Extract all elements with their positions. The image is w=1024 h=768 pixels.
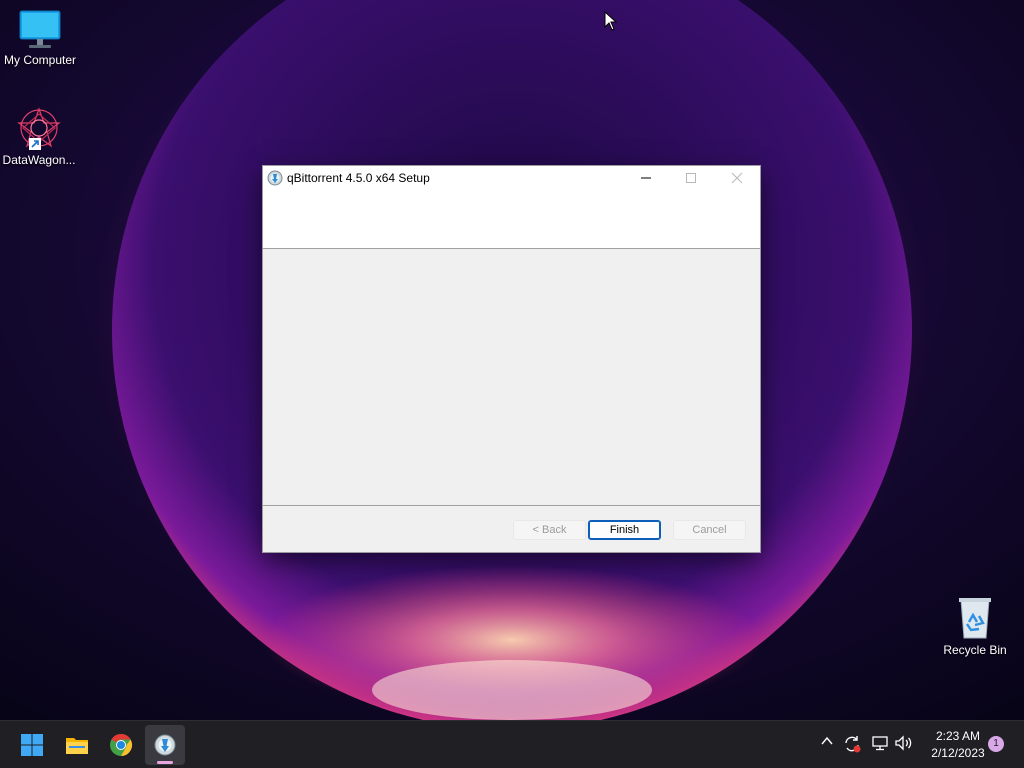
desktop-icon-label: Recycle Bin	[943, 643, 1007, 657]
finish-button[interactable]: Finish	[588, 520, 661, 540]
minimize-button[interactable]	[623, 166, 669, 190]
wizard-content-area	[263, 249, 760, 505]
chevron-up-icon[interactable]	[820, 734, 834, 748]
back-button[interactable]: < Back	[513, 520, 586, 540]
file-explorer-icon	[66, 738, 88, 754]
clock-date[interactable]: 2/12/2023	[920, 746, 996, 760]
close-button[interactable]	[714, 166, 760, 190]
mouse-cursor-icon	[604, 11, 618, 31]
start-icon	[21, 734, 43, 756]
desktop-icon-recycle-bin[interactable]: Recycle Bin	[935, 596, 1015, 657]
maximize-icon	[686, 173, 696, 183]
network-icon[interactable]	[871, 734, 889, 752]
taskbar-chrome[interactable]	[101, 725, 141, 765]
volume-icon[interactable]	[894, 734, 914, 752]
title-bar[interactable]: qBittorrent 4.5.0 x64 Setup	[263, 166, 760, 190]
chrome-icon	[110, 734, 133, 756]
minimize-icon	[641, 177, 651, 179]
maximize-button[interactable]	[668, 166, 714, 190]
wizard-header-panel	[263, 190, 760, 249]
recycle-bin-icon	[959, 598, 991, 639]
window-title: qBittorrent 4.5.0 x64 Setup	[287, 171, 430, 185]
notification-badge[interactable]: 1	[988, 736, 1004, 752]
datawagon-app-icon	[17, 107, 61, 150]
desktop-icon-label: DataWagon...	[2, 153, 76, 167]
qbittorrent-icon	[267, 170, 283, 186]
desktop-icon-my-computer[interactable]: My Computer	[0, 10, 80, 67]
taskbar: 2:23 AM 2/12/2023	[0, 720, 1024, 768]
active-app-indicator	[157, 761, 173, 764]
footer-divider	[263, 505, 760, 506]
monitor-icon	[19, 10, 61, 48]
sync-icon[interactable]	[842, 734, 862, 754]
desktop-icon-label: My Computer	[3, 53, 77, 67]
clock-time[interactable]: 2:23 AM	[920, 729, 996, 743]
cancel-button[interactable]: Cancel	[673, 520, 746, 540]
setup-window: qBittorrent 4.5.0 x64 Setup < Back Finis…	[263, 166, 760, 552]
close-icon	[731, 172, 743, 184]
taskbar-qbittorrent-setup[interactable]	[145, 725, 185, 765]
desktop-icon-datawagon[interactable]: DataWagon...	[0, 106, 79, 167]
taskbar-file-explorer[interactable]	[57, 725, 97, 765]
start-button[interactable]	[12, 725, 52, 765]
desktop: My Computer DataWagon... Recycle Bin qBi…	[0, 0, 1024, 720]
qbittorrent-icon	[154, 734, 176, 756]
